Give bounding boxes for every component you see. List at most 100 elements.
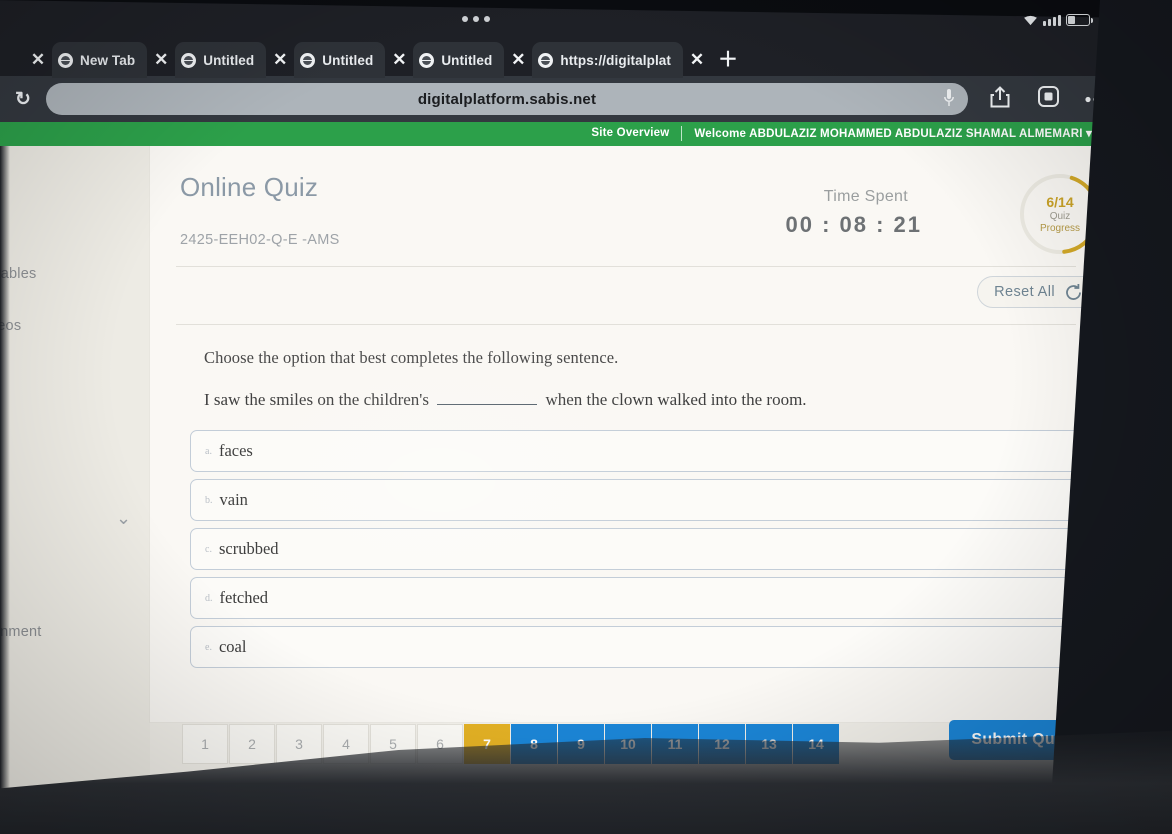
share-icon[interactable] bbox=[976, 85, 1024, 113]
three-dots-icon bbox=[462, 16, 490, 22]
browser-toolbar: ↻ digitalplatform.sabis.net bbox=[0, 76, 1120, 122]
answer-option-c[interactable]: c. scrubbed bbox=[190, 528, 1106, 570]
refresh-icon bbox=[1066, 283, 1081, 300]
sidebar-item-environment[interactable]: vironment bbox=[0, 624, 41, 640]
more-options-icon[interactable] bbox=[1072, 90, 1120, 108]
sentence-after: when the clown walked into the room. bbox=[545, 390, 807, 409]
battery-icon bbox=[1066, 14, 1094, 26]
pager-item-13[interactable]: 13 bbox=[746, 724, 792, 764]
pager-item-5[interactable]: 5 bbox=[370, 724, 416, 764]
quiz-code: 2425-EEH02-Q-E -AMS bbox=[180, 232, 340, 248]
pager-item-8[interactable]: 8 bbox=[511, 724, 557, 764]
option-letter: a. bbox=[205, 445, 212, 457]
pager-item-14[interactable]: 14 bbox=[793, 724, 839, 764]
sentence-before: I saw the smiles on the children's bbox=[204, 390, 429, 409]
header-divider bbox=[681, 125, 683, 141]
pager-item-1[interactable]: 1 bbox=[182, 724, 228, 764]
reset-all-button[interactable]: Reset All bbox=[977, 276, 1100, 308]
option-letter: b. bbox=[205, 494, 213, 506]
tab-title: Untitled bbox=[322, 52, 374, 68]
pager-item-2[interactable]: 2 bbox=[229, 724, 275, 764]
divider bbox=[176, 266, 1076, 267]
tab-title: New Tab bbox=[80, 52, 136, 68]
tab-close-button[interactable]: ✕ bbox=[683, 42, 711, 78]
time-spent-value: 00 : 08 : 21 bbox=[785, 212, 922, 237]
pager-item-12[interactable]: 12 bbox=[699, 724, 745, 764]
browser-tab[interactable]: New Tab bbox=[52, 42, 148, 78]
answer-option-d[interactable]: d. fetched bbox=[190, 577, 1112, 619]
wifi-icon bbox=[1024, 15, 1037, 25]
welcome-user-menu[interactable]: Welcome ABDULAZIZ MOHAMMED ABDULAZIZ SHA… bbox=[694, 126, 1092, 140]
globe-icon bbox=[300, 52, 316, 68]
reset-all-label: Reset All bbox=[994, 284, 1055, 300]
browser-tab-strip[interactable]: ✕ New Tab ✕ Untitled ✕ Untitled ✕ Untitl… bbox=[0, 38, 1172, 78]
sidebar-item-videos[interactable]: Videos bbox=[0, 318, 21, 334]
tab-title: Untitled bbox=[203, 52, 255, 68]
globe-icon bbox=[419, 52, 435, 68]
sidebar-item-timetables[interactable]: metables bbox=[0, 266, 36, 282]
divider bbox=[176, 324, 1076, 325]
answer-options: a. faces b. vain c. scrubbed d. fetched … bbox=[190, 430, 1118, 675]
tab-close-button[interactable]: ✕ bbox=[147, 42, 175, 78]
answer-blank bbox=[437, 404, 538, 405]
pager-item-7[interactable]: 7 bbox=[464, 724, 510, 764]
pager-item-9[interactable]: 9 bbox=[558, 724, 604, 764]
signal-bars-icon bbox=[1043, 14, 1061, 26]
option-text: fetched bbox=[219, 588, 269, 607]
tab-close-button[interactable]: ✕ bbox=[504, 42, 532, 78]
option-text: scrubbed bbox=[218, 539, 279, 558]
screenshot-root: ✕ New Tab ✕ Untitled ✕ Untitled ✕ Untitl… bbox=[0, 0, 1172, 834]
chevron-down-icon: ▾ bbox=[1086, 128, 1092, 140]
option-letter: c. bbox=[205, 543, 212, 555]
quiz-card: Online Quiz 2425-EEH02-Q-E -AMS Time Spe… bbox=[150, 146, 1118, 764]
globe-icon bbox=[538, 52, 554, 68]
time-spent-label: Time Spent bbox=[823, 188, 908, 205]
site-overview-link[interactable]: Site Overview bbox=[591, 127, 669, 139]
tab-title: Untitled bbox=[441, 52, 493, 68]
pager-item-4[interactable]: 4 bbox=[323, 724, 369, 764]
browser-tab[interactable]: Untitled bbox=[413, 42, 505, 78]
new-tab-button[interactable]: ＋ bbox=[711, 42, 745, 78]
browser-tab[interactable]: Untitled bbox=[175, 42, 267, 78]
browser-tab-active[interactable]: https://digitalplat bbox=[532, 42, 683, 78]
answer-option-b[interactable]: b. vain bbox=[190, 479, 1100, 521]
address-bar[interactable]: digitalplatform.sabis.net bbox=[46, 83, 968, 115]
answer-option-a[interactable]: a. faces bbox=[190, 430, 1095, 472]
app-header-bar: Site Overview Welcome ABDULAZIZ MOHAMMED… bbox=[0, 120, 1120, 146]
chevron-down-icon[interactable]: ⌄ bbox=[116, 508, 131, 529]
question-prompt: Choose the option that best completes th… bbox=[204, 348, 619, 367]
option-letter: e. bbox=[205, 641, 212, 653]
tab-close-button[interactable]: ✕ bbox=[266, 42, 294, 78]
progress-label-line1: Quiz bbox=[1049, 211, 1071, 222]
microphone-icon[interactable] bbox=[944, 89, 954, 108]
tab-close-button[interactable]: ✕ bbox=[385, 42, 413, 78]
page-title: Online Quiz bbox=[180, 172, 319, 202]
answer-option-e[interactable]: e. coal bbox=[190, 626, 1118, 668]
progress-label-line2: Progress bbox=[1039, 223, 1080, 234]
pager-item-11[interactable]: 11 bbox=[652, 724, 698, 764]
welcome-text: Welcome ABDULAZIZ MOHAMMED ABDULAZIZ SHA… bbox=[694, 128, 1083, 140]
status-indicators bbox=[1023, 14, 1094, 26]
globe-icon bbox=[58, 52, 73, 68]
tab-close-button[interactable]: ✕ bbox=[24, 42, 52, 78]
chevron-down-icon[interactable]: ⌄ bbox=[104, 782, 119, 803]
ios-status-bar bbox=[0, 0, 1172, 40]
question-sentence: I saw the smiles on the children's when … bbox=[204, 390, 807, 410]
option-text: vain bbox=[219, 490, 248, 509]
option-letter: d. bbox=[205, 592, 213, 604]
quiz-progress-ring: 6/14 Quiz Progress bbox=[1018, 172, 1102, 256]
pager-item-3[interactable]: 3 bbox=[276, 724, 322, 764]
pager-item-10[interactable]: 10 bbox=[605, 724, 651, 764]
reload-icon[interactable]: ↻ bbox=[0, 88, 46, 111]
submit-quiz-button[interactable]: Submit Quiz bbox=[949, 720, 1090, 760]
progress-value: 6/14 bbox=[1046, 194, 1074, 210]
globe-icon bbox=[181, 52, 197, 68]
question-pager[interactable]: 1 2 3 4 5 6 7 8 9 10 11 12 13 14 bbox=[182, 724, 882, 768]
sidebar: on metables Videos g vironment g ⌄ ⌄ bbox=[0, 146, 150, 834]
tab-title: https://digitalplat bbox=[560, 52, 671, 68]
option-text: coal bbox=[218, 637, 247, 656]
pager-item-6[interactable]: 6 bbox=[417, 724, 463, 764]
browser-tab[interactable]: Untitled bbox=[294, 42, 386, 78]
tabs-overview-icon[interactable] bbox=[1024, 86, 1072, 112]
page-body: on metables Videos g vironment g ⌄ ⌄ Onl… bbox=[0, 146, 1118, 834]
